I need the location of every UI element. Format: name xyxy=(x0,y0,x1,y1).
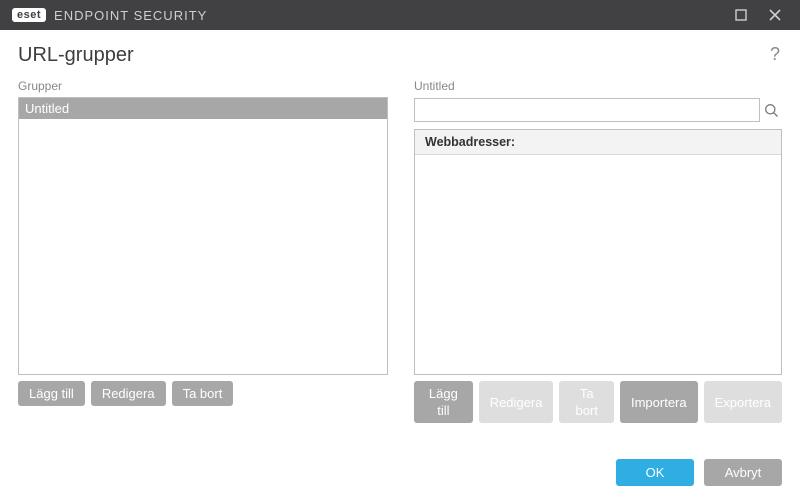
addresses-edit-button: Redigera xyxy=(479,381,554,423)
groups-remove-button[interactable]: Ta bort xyxy=(172,381,234,406)
group-name-label: Untitled xyxy=(414,79,782,93)
addresses-remove-button: Ta bort xyxy=(559,381,614,423)
addresses-table[interactable]: Webbadresser: xyxy=(414,129,782,375)
list-item[interactable]: Untitled xyxy=(19,98,387,119)
table-header: Webbadresser: xyxy=(415,130,781,155)
close-icon xyxy=(769,9,781,21)
minimize-icon xyxy=(735,9,747,21)
addresses-add-button[interactable]: Lägg till xyxy=(414,381,473,423)
brand-logo: eset xyxy=(12,8,46,22)
ok-button[interactable]: OK xyxy=(616,459,694,486)
cancel-button[interactable]: Avbryt xyxy=(704,459,782,486)
groups-label: Grupper xyxy=(18,79,388,93)
table-body xyxy=(415,155,781,374)
search-icon xyxy=(764,103,779,118)
page-title: URL-grupper xyxy=(18,44,782,67)
close-button[interactable] xyxy=(758,0,792,30)
groups-listbox[interactable]: Untitled xyxy=(18,97,388,375)
list-item-label: Untitled xyxy=(25,101,69,116)
addresses-export-button: Exportera xyxy=(704,381,782,423)
product-name: ENDPOINT SECURITY xyxy=(54,8,207,23)
title-bar: eset ENDPOINT SECURITY xyxy=(0,0,800,30)
search-input[interactable] xyxy=(414,98,760,122)
search-button[interactable] xyxy=(760,103,782,118)
addresses-import-button[interactable]: Importera xyxy=(620,381,698,423)
groups-edit-button[interactable]: Redigera xyxy=(91,381,166,406)
help-button[interactable]: ? xyxy=(770,44,780,65)
help-icon: ? xyxy=(770,44,780,64)
minimize-button[interactable] xyxy=(724,0,758,30)
groups-add-button[interactable]: Lägg till xyxy=(18,381,85,406)
